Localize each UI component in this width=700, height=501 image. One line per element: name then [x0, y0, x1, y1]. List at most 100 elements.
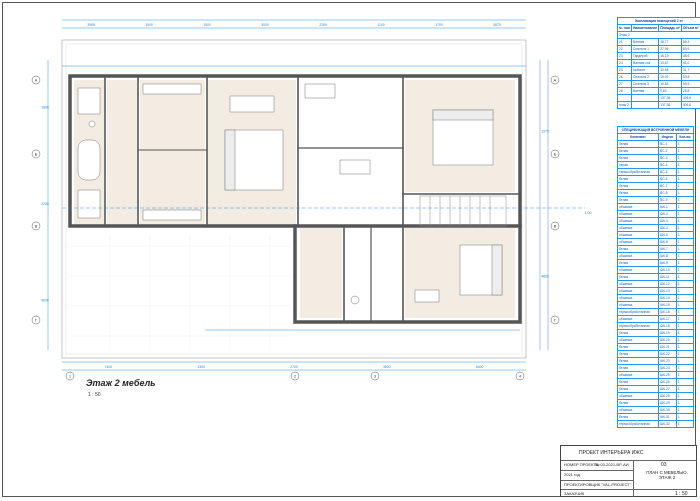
spec-table-row: термообработанная ШК-32 1	[616, 420, 695, 428]
rooms-table-title: Экспликация помещений 2 эт	[617, 17, 700, 25]
spec-table-row-cell: белая	[616, 350, 660, 358]
rooms-table-row-cell: 22	[617, 45, 632, 53]
spec-table-header-cell: Кол-во	[675, 133, 695, 141]
spec-table-row: обшивка ШК-12 1	[616, 280, 695, 288]
floor-plan: А АБ БВ ВГ Г1 2 3 4 3995 1900 1900 3000 2250 1100 170…	[31, 19, 592, 381]
rooms-table-total-cell: этаж 2	[617, 101, 632, 109]
rooms-table-row: 23 Гардероб 16,19 48,6	[617, 52, 700, 60]
rooms-table-row-cell: 19,83	[658, 80, 682, 88]
spec-table-row-cell: 1	[675, 371, 695, 379]
rooms-table-row: 22 Спальня 1 27,96 83,9	[617, 45, 700, 53]
rooms-table-total-cell: 409,6	[680, 101, 700, 109]
spec-table-row: обшивка ШК-15 1	[616, 301, 695, 309]
rooms-table-row-cell: 28,8	[680, 87, 700, 95]
dimension-text: 1900	[203, 23, 211, 27]
spec-table-row: обшивка ШК-28 1	[616, 392, 695, 400]
spec-table-row-cell: 1	[675, 420, 695, 428]
spec-table-row-cell: ШК-2	[658, 210, 677, 218]
spec-table-row: обшивка ШК-3 1	[616, 217, 695, 225]
spec-table-row: обшивка ШК-20 1	[616, 336, 695, 344]
spec-table-row-cell: ШК-5	[658, 231, 677, 239]
spec-table-row-cell: обшивка	[616, 301, 660, 309]
spec-table-row-cell: 1	[675, 399, 695, 407]
spec-table-row-cell: 1	[675, 287, 695, 295]
dimension-text: 1975	[541, 130, 549, 134]
spec-table-row-cell: ШК-1	[658, 203, 677, 211]
staircase	[419, 195, 507, 227]
axis-label: В	[554, 224, 557, 229]
customer-label: ЗАКАЗЧИК	[564, 491, 585, 496]
rooms-table-row-cell: Спальня 1	[630, 45, 660, 53]
spec-table-row-cell: ШК-6	[658, 238, 677, 246]
spec-table-row-cell: ШК-21	[658, 343, 677, 351]
spec-table-row-cell: обшивка	[616, 392, 660, 400]
spec-table-row-cell: ШК-10	[658, 266, 677, 274]
spec-table-row: обшивка ШК-6 1	[616, 238, 695, 246]
rooms-table-row-cell: Спальня 3	[630, 80, 660, 88]
spec-table-row-cell: ВС-2	[658, 147, 677, 155]
spec-table-row: белая ШК-26 1	[616, 378, 695, 386]
rooms-table: Экспликация помещений 2 эт № пом Наименова…	[617, 17, 700, 109]
spec-table-row-cell: ШК-9	[658, 259, 677, 267]
dimension-text: 7400	[105, 365, 113, 369]
spec-table-row: белая ШК-11 1	[616, 273, 695, 281]
rooms-table-header-cell: Объем м³	[680, 24, 700, 32]
spec-table-row-cell: 1	[675, 231, 695, 239]
rooms-table-group: Этаж 2	[617, 31, 700, 39]
spec-table-row-cell: ВС-8	[658, 189, 677, 197]
spec-table-row-cell: белая	[616, 378, 660, 386]
spec-table-row-cell: 1	[675, 175, 695, 183]
spec-table-row-cell: ШК-12	[658, 280, 677, 288]
spec-table-row-cell: ВС-7	[658, 182, 677, 190]
rooms-table-total-cell: 137,36	[658, 101, 682, 109]
spec-table-row-cell: ВС-1	[658, 140, 677, 148]
spec-table-row-cell: 1	[675, 252, 695, 260]
spec-table-row-cell: белая	[616, 343, 660, 351]
spec-table-row-cell: обшивка	[616, 252, 660, 260]
spec-table-row-cell: обшивка	[616, 238, 660, 246]
rooms-table-row-cell: 59,8	[680, 73, 700, 81]
rooms-table-row-cell: 19,92	[658, 73, 682, 81]
toilet-2	[88, 120, 96, 128]
bed-room-3-pillows	[491, 244, 503, 296]
spec-table-row: обшивка ШК-13 1	[616, 287, 695, 295]
spec-table-row-cell: ШК-31	[658, 413, 677, 421]
rooms-table-row: 28 Ванная 9,60 28,8	[617, 87, 700, 95]
spec-table-row: обшивка ШК-4 1	[616, 224, 695, 232]
spec-table-row-cell: 1	[675, 280, 695, 288]
spec-table-row-cell: обшивка	[616, 224, 660, 232]
sheet-scale: 1 : 50	[675, 491, 688, 497]
spec-table-row-cell: ШК-30	[658, 406, 677, 414]
spec-table-title-cell: СПЕЦИФИКАЦИЯ ВСТРОЕННОЙ МЕБЕЛИ	[617, 126, 694, 134]
rooms-table-row-cell: 48,6	[680, 52, 700, 60]
plan-title: Этаж 2 мебель	[86, 378, 156, 388]
spec-table-row-cell: ШК-32	[658, 420, 677, 428]
rooms-table-row: 27 Спальня 3 19,83 59,5	[617, 80, 700, 88]
vanity-1	[77, 87, 101, 115]
rooms-table-row-cell: Ванная хоз	[630, 59, 660, 67]
rooms-table-row-cell: 10,58	[658, 66, 682, 74]
spec-table-row-cell: ШК-18	[658, 322, 677, 330]
spec-table-row-cell: обшивка	[616, 371, 660, 379]
rooms-table-header-cell: Площадь м²	[658, 24, 682, 32]
rooms-table-row-cell: 28	[617, 87, 632, 95]
rooms-table-sum-cell	[617, 94, 632, 102]
spec-table-row-cell: термообработанная	[616, 308, 660, 316]
rooms-table-row-cell: Ванная	[630, 87, 660, 95]
dimension-text: 1700	[435, 23, 443, 27]
spec-table-row-cell: обшивка	[616, 280, 660, 288]
spec-table-row-cell: 1	[675, 161, 695, 169]
spec-table-row-cell: обшивка	[616, 210, 660, 218]
spec-table-row-cell: 1	[675, 266, 695, 274]
floor-bath-2	[300, 228, 342, 318]
dimension-text: 2250	[319, 23, 327, 27]
spec-table-row: белая ШК-9 1	[616, 259, 695, 267]
spec-table-row-cell: 1	[675, 168, 695, 176]
spec-table-row-cell: термообработанная	[616, 322, 660, 330]
dimension-text: 5600	[41, 299, 49, 303]
section-mark-text: 1:00	[585, 211, 592, 215]
spec-table-row-cell: 1	[675, 308, 695, 316]
rooms-table-row-cell: 23	[617, 52, 632, 60]
spec-table-row-cell: белая	[616, 245, 660, 253]
spec-table-row-cell: белая	[616, 189, 660, 197]
